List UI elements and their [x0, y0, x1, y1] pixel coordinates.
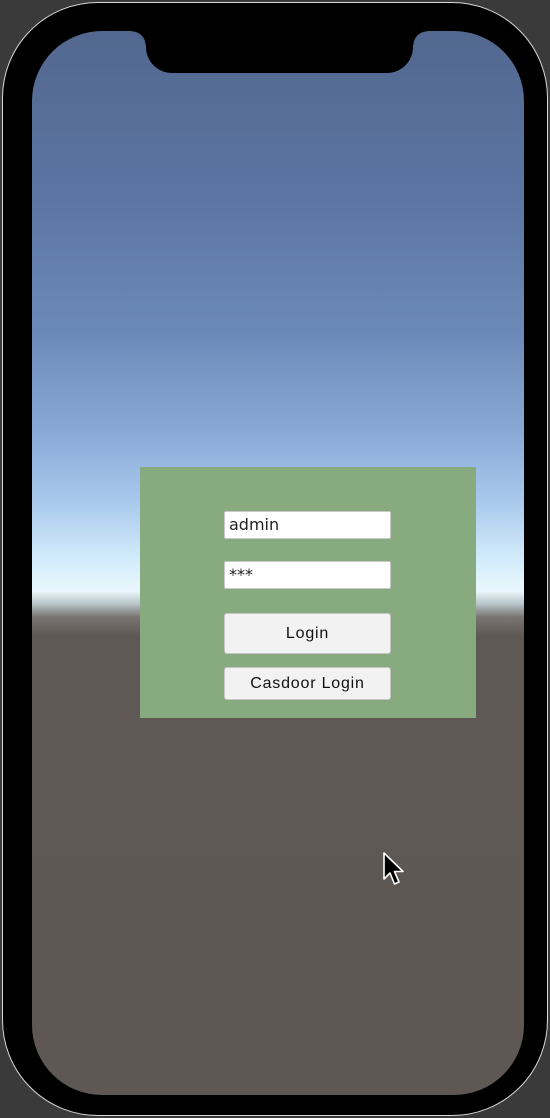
- device-frame: admin *** Login Casdoor Login: [2, 2, 548, 1116]
- device-notch: [132, 29, 427, 73]
- game-viewport: admin *** Login Casdoor Login: [32, 31, 524, 1095]
- mouse-pointer-icon: [383, 852, 404, 885]
- username-input[interactable]: admin: [224, 511, 391, 539]
- casdoor-login-button[interactable]: Casdoor Login: [224, 667, 391, 700]
- password-input[interactable]: ***: [224, 561, 391, 589]
- login-button[interactable]: Login: [224, 613, 391, 654]
- login-panel: admin *** Login Casdoor Login: [140, 467, 476, 718]
